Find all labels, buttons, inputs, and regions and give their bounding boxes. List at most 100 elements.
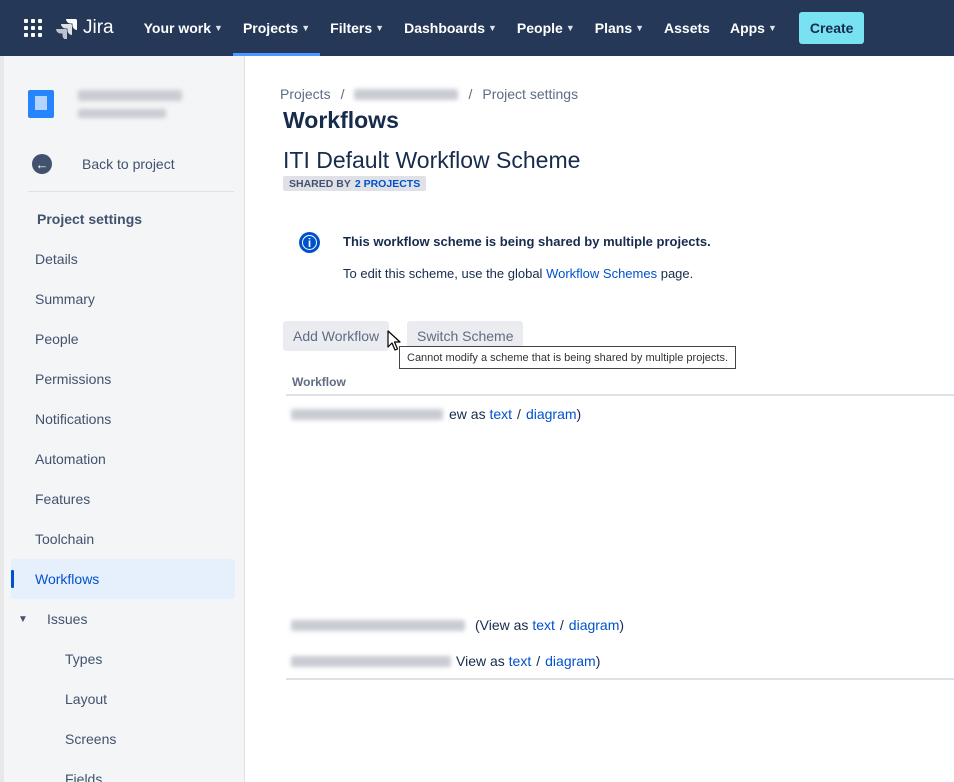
- chevron-down-icon: ▼: [18, 613, 28, 625]
- shared-badge: SHARED BY 2 PROJECTS: [283, 176, 427, 191]
- breadcrumb-project-redacted[interactable]: [354, 88, 459, 100]
- nav-your-work[interactable]: Your work ▼: [134, 0, 233, 56]
- sidebar-item-label: Summary: [35, 291, 95, 307]
- nav-projects[interactable]: Projects ▼: [232, 0, 321, 56]
- breadcrumb-projects[interactable]: Projects: [280, 86, 331, 102]
- sidebar-item-summary[interactable]: Summary: [11, 279, 235, 319]
- sidebar-item-details[interactable]: Details: [11, 239, 235, 279]
- sidebar-item-fields[interactable]: Fields: [11, 759, 235, 782]
- sidebar-item-label: Toolchain: [35, 531, 95, 547]
- sidebar-item-types[interactable]: Types: [11, 639, 235, 679]
- sidebar-item-label: Notifications: [35, 411, 112, 427]
- project-header[interactable]: [28, 90, 182, 118]
- nav-plans[interactable]: Plans ▼: [585, 0, 654, 56]
- link-separator: /: [517, 406, 521, 422]
- project-name-redacted: [78, 90, 182, 118]
- sidebar-item-label: Layout: [65, 691, 108, 707]
- back-to-project-link[interactable]: ← Back to project: [32, 154, 175, 174]
- nav-people[interactable]: People ▼: [507, 0, 585, 56]
- view-as-text-link[interactable]: text: [532, 617, 555, 633]
- info-message-title: This workflow scheme is being shared by …: [343, 234, 711, 249]
- nav-dashboards[interactable]: Dashboards ▼: [394, 0, 507, 56]
- info-body-suffix: page.: [660, 266, 694, 281]
- sidebar-item-permissions[interactable]: Permissions: [11, 359, 235, 399]
- jira-logo-text: Jira: [83, 17, 114, 38]
- redacted-workflow-name[interactable]: [291, 619, 465, 631]
- nav-apps[interactable]: Apps ▼: [720, 0, 787, 56]
- sidebar-item-workflows[interactable]: Workflows: [11, 559, 235, 599]
- table-row: (View as text / diagram): [291, 617, 624, 633]
- page-title: Workflows: [283, 107, 399, 133]
- sidebar-item-screens[interactable]: Screens: [11, 719, 235, 759]
- info-icon: i: [299, 232, 320, 253]
- view-as-diagram-link[interactable]: diagram: [569, 617, 620, 633]
- nav-label: Your work: [143, 20, 212, 36]
- create-button[interactable]: Create: [798, 12, 865, 44]
- view-as-text-link[interactable]: text: [489, 406, 512, 422]
- link-separator: /: [559, 617, 564, 633]
- back-label: Back to project: [82, 156, 175, 172]
- chevron-down-icon: ▼: [301, 23, 311, 33]
- scheme-name: ITI Default Workflow Scheme: [283, 147, 581, 173]
- sidebar-item-layout[interactable]: Layout: [11, 679, 235, 719]
- sidebar-item-issues[interactable]: ▼ Issues: [11, 599, 235, 639]
- project-sidebar: ← Back to project Project settings Detai…: [0, 56, 245, 782]
- arrow-left-icon: ←: [32, 154, 52, 174]
- redacted-workflow-name[interactable]: [291, 408, 443, 420]
- nav-label: Dashboards: [404, 20, 485, 36]
- table-bottom-divider: [286, 678, 954, 680]
- nav-label: Plans: [594, 20, 633, 36]
- sidebar-item-label: People: [35, 331, 79, 347]
- view-as-diagram-link[interactable]: diagram: [545, 653, 596, 669]
- sidebar-item-label: Details: [35, 251, 78, 267]
- breadcrumb-project-settings[interactable]: Project settings: [482, 86, 578, 102]
- nav-label: Assets: [664, 20, 710, 36]
- nav-label: Filters: [330, 20, 373, 36]
- add-workflow-button[interactable]: Add Workflow: [283, 321, 390, 351]
- nav-label: Apps: [729, 20, 765, 36]
- app-switcher-icon[interactable]: [20, 15, 46, 41]
- view-as-prefix: ew as: [449, 406, 486, 422]
- sidebar-item-label: Features: [35, 491, 91, 507]
- chevron-down-icon: ▼: [375, 23, 385, 33]
- breadcrumb: Projects / / Project settings: [280, 86, 578, 102]
- view-as-diagram-link[interactable]: diagram: [526, 406, 577, 422]
- sidebar-item-features[interactable]: Features: [11, 479, 235, 519]
- sidebar-item-people[interactable]: People: [11, 319, 235, 359]
- view-as-prefix: (View as: [475, 617, 529, 633]
- workflow-schemes-link[interactable]: Workflow Schemes: [546, 266, 657, 281]
- redacted-text: [78, 109, 166, 118]
- sidebar-item-notifications[interactable]: Notifications: [11, 399, 235, 439]
- breadcrumb-separator: /: [468, 86, 473, 102]
- nav-filters[interactable]: Filters ▼: [320, 0, 394, 56]
- view-as-text-link[interactable]: text: [509, 653, 532, 669]
- nav-label: Projects: [242, 20, 299, 36]
- view-as-prefix: View as: [456, 653, 505, 669]
- jira-logo-icon: [56, 19, 77, 39]
- table-row: ew as text / diagram): [291, 406, 581, 422]
- table-row: View as text / diagram): [291, 653, 600, 669]
- sidebar-nav: Details Summary People Permissions Notif…: [11, 239, 235, 782]
- shared-projects-link[interactable]: 2 PROJECTS: [355, 178, 420, 190]
- redacted-text: [78, 90, 182, 101]
- chevron-down-icon: ▼: [635, 23, 645, 33]
- sidebar-item-label: Screens: [65, 731, 117, 747]
- sidebar-item-label: Permissions: [35, 371, 112, 387]
- row-suffix: ): [595, 653, 601, 669]
- sidebar-section-title: Project settings: [37, 211, 143, 227]
- jira-logo[interactable]: Jira: [56, 17, 114, 39]
- shared-badge-prefix: SHARED BY: [289, 177, 351, 190]
- tooltip: Cannot modify a scheme that is being sha…: [399, 346, 736, 369]
- sidebar-item-automation[interactable]: Automation: [11, 439, 235, 479]
- sidebar-item-label: Issues: [47, 611, 88, 627]
- sidebar-item-toolchain[interactable]: Toolchain: [11, 519, 235, 559]
- sidebar-item-label: Automation: [35, 451, 106, 467]
- sidebar-item-label: Workflows: [35, 571, 100, 587]
- redacted-workflow-name[interactable]: [291, 655, 451, 667]
- sidebar-item-label: Types: [65, 651, 103, 667]
- nav-assets[interactable]: Assets: [654, 0, 720, 56]
- workflow-column-header: Workflow: [292, 375, 346, 389]
- info-message-body: To edit this scheme, use the global Work…: [343, 266, 693, 281]
- chevron-down-icon: ▼: [488, 23, 497, 33]
- top-navigation: Jira Your work ▼ Projects ▼ Filters ▼ Dashb…: [0, 0, 954, 56]
